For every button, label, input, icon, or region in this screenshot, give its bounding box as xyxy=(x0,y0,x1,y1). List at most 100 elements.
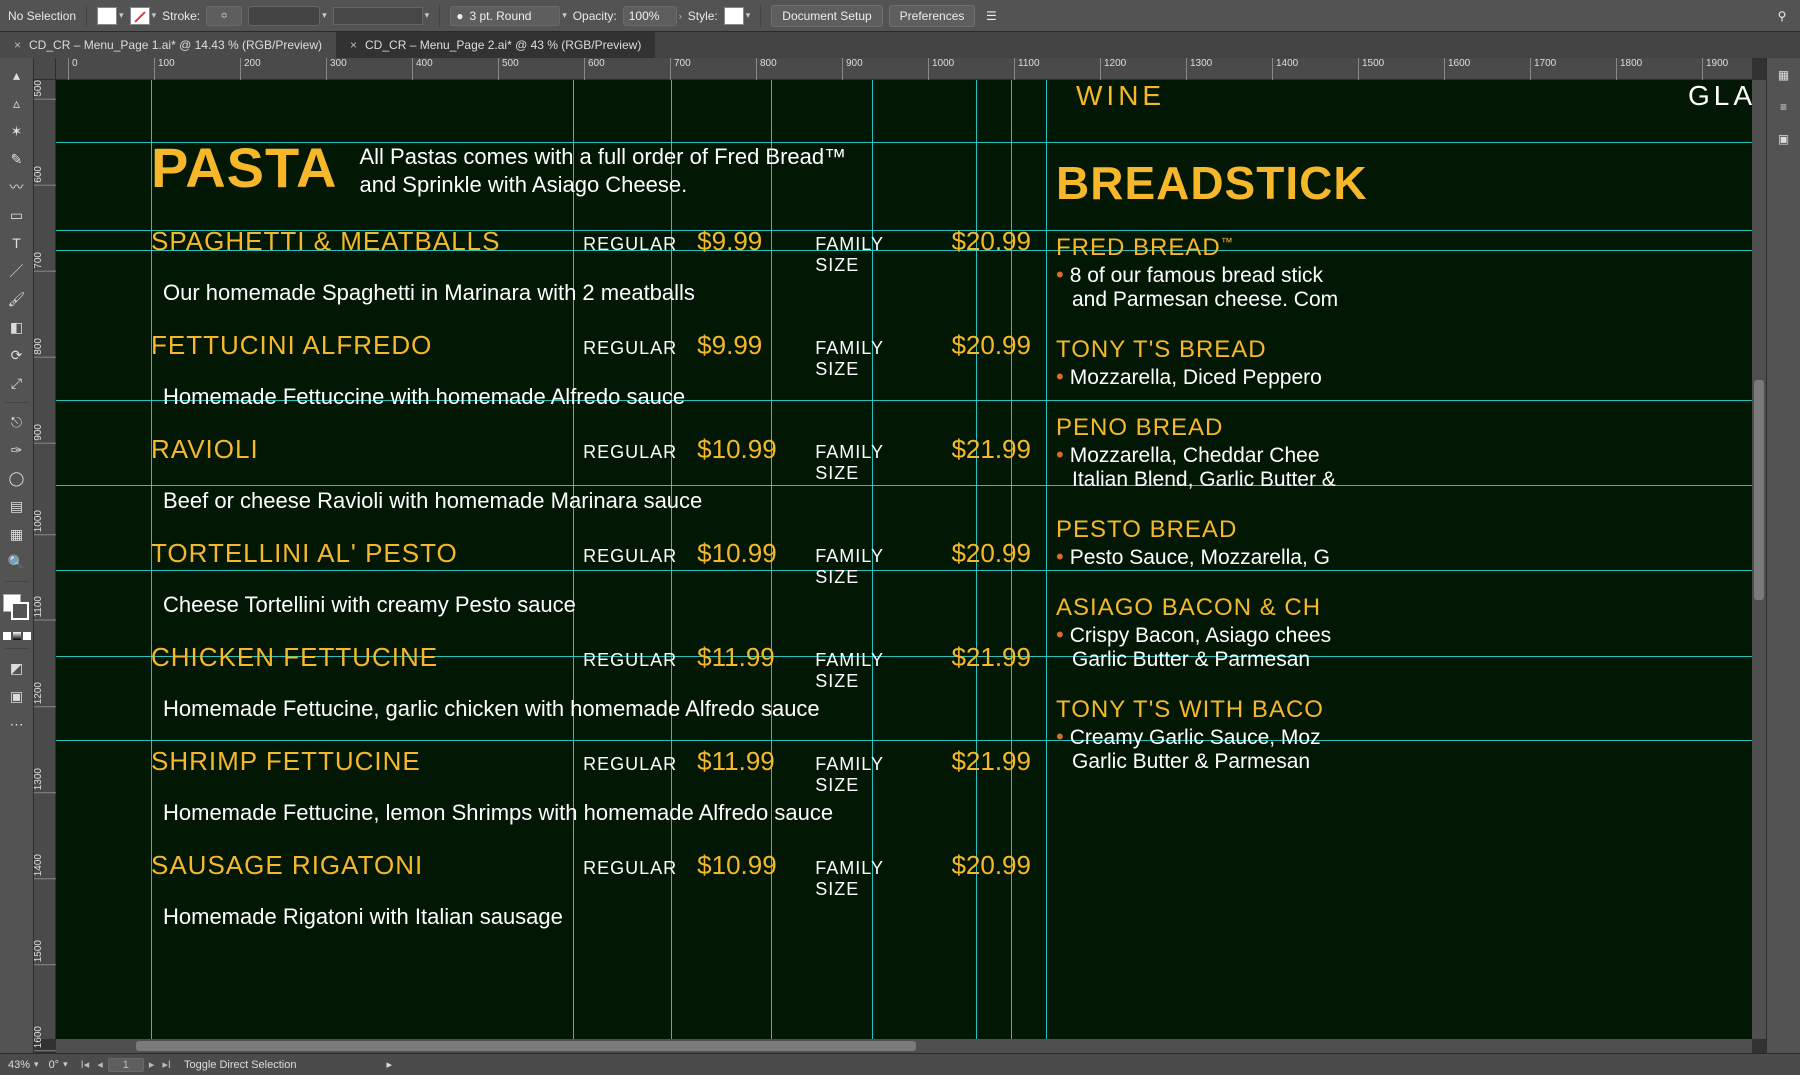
first-icon[interactable]: I◂ xyxy=(78,1058,93,1071)
magic-wand-tool-icon[interactable]: ✶ xyxy=(5,120,29,142)
ruler-tick: 100 xyxy=(154,58,175,80)
item-price-regular: $9.99 xyxy=(697,330,795,361)
ruler-tick: 0 xyxy=(68,58,78,80)
rotate-field[interactable]: 0°▾ xyxy=(49,1059,68,1071)
bread-item: FRED BREAD™•8 of our famous bread sticka… xyxy=(1056,234,1752,312)
bread-name: FRED BREAD™ xyxy=(1056,234,1752,262)
stroke-none-swatch xyxy=(130,7,150,25)
vertical-ruler[interactable]: 5006007008009001000110012001300140015001… xyxy=(34,80,56,1039)
ruler-tick: 1300 xyxy=(1186,58,1212,80)
item-name: TORTELLINI AL' PESTO xyxy=(151,538,563,569)
scrollbar-thumb[interactable] xyxy=(1754,380,1764,600)
item-price-regular: $9.99 xyxy=(697,226,795,257)
price-label: FAMILY SIZE xyxy=(815,858,931,900)
selection-tool-icon[interactable]: ▴ xyxy=(5,64,29,86)
document-setup-button[interactable]: Document Setup xyxy=(771,5,882,27)
eyedropper-tool-icon[interactable]: ✑ xyxy=(5,439,29,461)
menu-item: CHICKEN FETTUCINEREGULAR$11.99FAMILY SIZ… xyxy=(151,642,1031,722)
tab-page1[interactable]: × CD_CR – Menu_Page 1.ai* @ 14.43 % (RGB… xyxy=(0,32,336,58)
draw-mode-icon[interactable]: ◩ xyxy=(5,657,29,679)
stroke-weight-field[interactable]: ≎ xyxy=(206,6,242,26)
price-label: REGULAR xyxy=(583,442,677,463)
page-number[interactable]: 1 xyxy=(108,1058,144,1072)
artboard[interactable]: PASTA All Pastas comes with a full order… xyxy=(56,80,1752,1039)
item-price-family: $21.99 xyxy=(951,746,1031,777)
menu-item: FETTUCINI ALFREDOREGULAR$9.99FAMILY SIZE… xyxy=(151,330,1031,410)
close-icon[interactable]: × xyxy=(14,38,21,52)
ruler-tick: 900 xyxy=(34,424,56,444)
screen-mode-icon[interactable]: ▣ xyxy=(5,685,29,707)
ruler-tick: 700 xyxy=(34,252,56,272)
item-price-family: $20.99 xyxy=(951,850,1031,881)
scale-tool-icon[interactable]: ⤢ xyxy=(5,372,29,394)
opacity-field[interactable]: 100% › xyxy=(623,6,682,26)
brush-dash-dropdown[interactable]: ▾ xyxy=(333,7,430,25)
bullet-icon: • xyxy=(1056,724,1064,749)
style-dropdown[interactable]: ▾ xyxy=(724,7,751,25)
curvature-tool-icon[interactable]: 〰 xyxy=(5,176,29,198)
type-tool-icon[interactable]: T xyxy=(5,232,29,254)
ruler-tick: 1800 xyxy=(1616,58,1642,80)
none-icon xyxy=(23,632,31,640)
item-price-family: $20.99 xyxy=(951,538,1031,569)
price-label: REGULAR xyxy=(583,650,677,671)
item-description: Beef or cheese Ravioli with homemade Mar… xyxy=(163,488,1031,514)
next-icon[interactable]: ▸ xyxy=(146,1058,158,1071)
horizontal-scrollbar[interactable] xyxy=(56,1039,1752,1053)
price-label: FAMILY SIZE xyxy=(815,650,931,692)
brush-def-dropdown[interactable]: ●3 pt. Round ▾ xyxy=(450,6,567,26)
ruler-tick: 800 xyxy=(756,58,777,80)
gradient-tool-icon[interactable]: ▤ xyxy=(5,495,29,517)
properties-panel-icon[interactable]: ▦ xyxy=(1773,64,1795,86)
ruler-tick: 1900 xyxy=(1702,58,1728,80)
opacity-value: 100% xyxy=(629,9,660,23)
rectangle-tool-icon[interactable]: ▭ xyxy=(5,204,29,226)
ruler-tick: 1400 xyxy=(1272,58,1298,80)
play-icon[interactable]: ▸ xyxy=(386,1058,392,1071)
line-tool-icon[interactable]: ／ xyxy=(5,260,29,282)
fill-swatch-dropdown[interactable]: ▾ xyxy=(97,7,124,25)
tab-page2[interactable]: × CD_CR – Menu_Page 2.ai* @ 43 % (RGB/Pr… xyxy=(336,32,655,58)
zoom-tool-icon[interactable]: 🔍 xyxy=(5,551,29,573)
paintbrush-tool-icon[interactable]: 🖌 xyxy=(5,288,29,310)
artboard-tool-icon[interactable]: ▦ xyxy=(5,523,29,545)
price-label: FAMILY SIZE xyxy=(815,442,931,484)
horizontal-ruler[interactable]: 0100200300400500600700800900100011001200… xyxy=(56,58,1752,80)
ruler-tick: 1000 xyxy=(34,510,56,535)
eraser-tool-icon[interactable]: ◧ xyxy=(5,316,29,338)
edit-toolbar-icon[interactable]: ⋯ xyxy=(5,713,29,735)
chevron-right-icon: › xyxy=(679,11,682,21)
bread-description: •Creamy Garlic Sauce, Moz xyxy=(1056,724,1752,750)
layers-panel-icon[interactable]: ▣ xyxy=(1773,128,1795,150)
brush-dash xyxy=(333,7,423,25)
preferences-button[interactable]: Preferences xyxy=(889,5,976,27)
align-panel-icon[interactable]: ☰ xyxy=(981,6,1001,26)
artboard-nav[interactable]: I◂ ◂ 1 ▸ ▸I xyxy=(78,1058,174,1072)
separator xyxy=(86,5,87,27)
stroke-profile-dropdown[interactable]: ▾ xyxy=(248,6,327,26)
align-panel-icon[interactable]: ≡ xyxy=(1773,96,1795,118)
prev-icon[interactable]: ◂ xyxy=(94,1058,106,1071)
shape-builder-tool-icon[interactable]: ◯ xyxy=(5,467,29,489)
pen-tool-icon[interactable]: ✎ xyxy=(5,148,29,170)
direct-selection-tool-icon[interactable]: ▵ xyxy=(5,92,29,114)
fill-stroke-swatch[interactable] xyxy=(3,594,31,622)
width-tool-icon[interactable]: ⎋ xyxy=(5,411,29,433)
ruler-tick: 200 xyxy=(240,58,261,80)
color-mode-icons[interactable] xyxy=(3,632,31,640)
chevron-down-icon: ▾ xyxy=(152,10,157,21)
document-tabs: × CD_CR – Menu_Page 1.ai* @ 14.43 % (RGB… xyxy=(0,32,1800,58)
last-icon[interactable]: ▸I xyxy=(159,1058,174,1071)
vertical-scrollbar[interactable] xyxy=(1752,80,1766,1039)
separator xyxy=(760,5,761,27)
scrollbar-thumb[interactable] xyxy=(136,1041,916,1051)
bread-item: TONY T'S WITH BACO•Creamy Garlic Sauce, … xyxy=(1056,696,1752,774)
stroke-swatch-dropdown[interactable]: ▾ xyxy=(130,7,157,25)
bullet-icon: • xyxy=(1056,364,1064,389)
guide[interactable] xyxy=(1046,80,1047,1039)
rotate-tool-icon[interactable]: ⟳ xyxy=(5,344,29,366)
search-icon[interactable]: ⚲ xyxy=(1772,6,1792,26)
item-description: Homemade Fettuccine with homemade Alfred… xyxy=(163,384,1031,410)
zoom-field[interactable]: 43%▾ xyxy=(8,1059,39,1071)
close-icon[interactable]: × xyxy=(350,38,357,52)
